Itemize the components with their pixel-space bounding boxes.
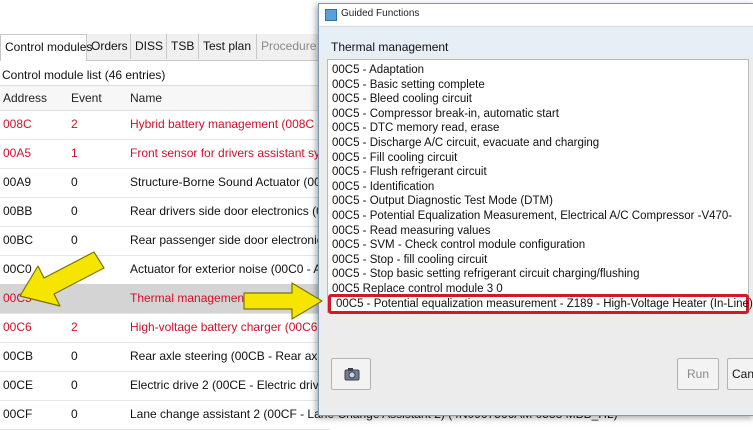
list-item[interactable]: 00C5 - Identification: [332, 180, 434, 194]
row-event: 0: [71, 378, 78, 392]
list-item[interactable]: 00C5 - Output Diagnostic Test Mode (DTM): [332, 194, 553, 208]
row-event: 0: [71, 407, 78, 421]
row-event: 2: [71, 117, 78, 131]
row-address: 00BC: [3, 233, 34, 247]
list-header: Address Event Name: [0, 85, 330, 111]
row-address: 00A5: [3, 146, 32, 160]
row-address: 00CF: [3, 407, 33, 421]
tab-procedure[interactable]: Procedure: [257, 34, 325, 59]
dialog-title-bar[interactable]: Guided Functions: [319, 4, 753, 27]
list-item[interactable]: 00C5 - Stop basic setting refrigerant ci…: [332, 267, 639, 281]
list-item-highlighted[interactable]: 00C5 - Potential equalization measuremen…: [328, 294, 753, 314]
list-item[interactable]: 00C5 - DTC memory read, erase: [332, 121, 499, 135]
dialog-subtitle: Thermal management: [331, 40, 449, 54]
row-name: Electric drive 2 (00CE - Electric drive …: [130, 378, 320, 392]
dialog-header: Thermal management: [319, 27, 753, 57]
screenshot-camera-icon: [344, 368, 360, 381]
list-item[interactable]: 00C5 - Compressor break-in, automatic st…: [332, 107, 559, 121]
list-item[interactable]: 00C5 - Basic setting complete: [332, 78, 485, 92]
tab-test-plan[interactable]: Test plan: [199, 34, 257, 59]
guided-function-list[interactable]: 00C5 - Adaptation 00C5 - Basic setting c…: [327, 59, 753, 314]
list-item[interactable]: 00C5 - Read measuring values: [332, 224, 491, 238]
list-item[interactable]: 00C5 - SVM - Check control module config…: [332, 238, 585, 252]
table-row[interactable]: 00A5 1 Front sensor for drivers assistan…: [0, 139, 330, 169]
list-item[interactable]: 00C5 - Discharge A/C circuit, evacuate a…: [332, 136, 599, 150]
guided-functions-dialog: Guided Functions Thermal management 00C5…: [318, 3, 753, 416]
list-item[interactable]: 00C5 - Potential Equalization Measuremen…: [332, 209, 732, 223]
row-name: Rear drivers side door electronics (00E: [130, 204, 320, 218]
table-row[interactable]: 00CE 0 Electric drive 2 (00CE - Electric…: [0, 371, 330, 401]
tab-diss[interactable]: DISS: [131, 34, 167, 59]
row-name: Hybrid battery management (008C - H: [130, 117, 320, 131]
table-row[interactable]: 00CB 0 Rear axle steering (00CB - Rear a…: [0, 342, 330, 372]
column-header-name[interactable]: Name: [130, 91, 162, 105]
row-address: 00A9: [3, 175, 32, 189]
row-name: Front sensor for drivers assistant syste: [130, 146, 320, 160]
control-module-list-title: Control module list (46 entries): [2, 68, 166, 82]
tab-orders[interactable]: Orders: [87, 34, 131, 59]
yellow-pointer-arrow-icon: [19, 251, 105, 307]
row-event: 2: [71, 320, 78, 334]
row-address: 00C6: [3, 320, 32, 334]
table-row[interactable]: 00BB 0 Rear drivers side door electronic…: [0, 197, 330, 227]
yellow-pointer-arrow-icon: [243, 282, 323, 320]
list-item[interactable]: 00C5 - Flush refrigerant circuit: [332, 165, 487, 179]
list-item[interactable]: 00C5 - Adaptation: [332, 63, 424, 77]
highlighted-function-label: 00C5 - Potential equalization measuremen…: [336, 298, 753, 310]
row-event: 0: [71, 233, 78, 247]
row-event: 0: [71, 204, 78, 218]
table-row[interactable]: 008C 2 Hybrid battery management (008C -…: [0, 110, 330, 140]
screenshot-button[interactable]: [331, 358, 371, 390]
row-name: Actuator for exterior noise (00C0 - Act: [130, 262, 320, 276]
list-item[interactable]: 00C5 - Fill cooling circuit: [332, 151, 457, 165]
column-header-address[interactable]: Address: [3, 91, 47, 105]
row-address: 008C: [3, 117, 32, 131]
row-address: 00BB: [3, 204, 33, 218]
tab-bar: Control modules Orders DISS TSB Test pla…: [0, 34, 330, 61]
cancel-button[interactable]: Can: [727, 358, 753, 390]
row-name: Structure-Borne Sound Actuator (00A: [130, 175, 320, 189]
run-button[interactable]: Run: [677, 358, 719, 390]
row-event: 0: [71, 175, 78, 189]
row-address: 00CB: [3, 349, 34, 363]
column-header-event[interactable]: Event: [71, 91, 102, 105]
list-item[interactable]: 00C5 - Bleed cooling circuit: [332, 92, 472, 106]
row-event: 1: [71, 146, 78, 160]
tab-tsb[interactable]: TSB: [167, 34, 199, 59]
row-name: Rear passenger side door electronics (: [130, 233, 320, 247]
row-event: 0: [71, 349, 78, 363]
list-item[interactable]: 00C5 - Stop - fill cooling circuit: [332, 253, 487, 267]
tab-control-modules[interactable]: Control modules: [0, 34, 92, 61]
table-row[interactable]: 00A9 0 Structure-Borne Sound Actuator (0…: [0, 168, 330, 198]
row-name: High-voltage battery charger (00C6 - H: [130, 320, 320, 334]
row-address: 00CE: [3, 378, 34, 392]
table-row[interactable]: 00CF 0 Lane change assistant 2 (00CF - L…: [0, 400, 618, 430]
row-name: Rear axle steering (00CB - Rear axle s: [130, 349, 320, 363]
dialog-title: Guided Functions: [341, 8, 420, 19]
window-app-icon: [325, 9, 337, 21]
